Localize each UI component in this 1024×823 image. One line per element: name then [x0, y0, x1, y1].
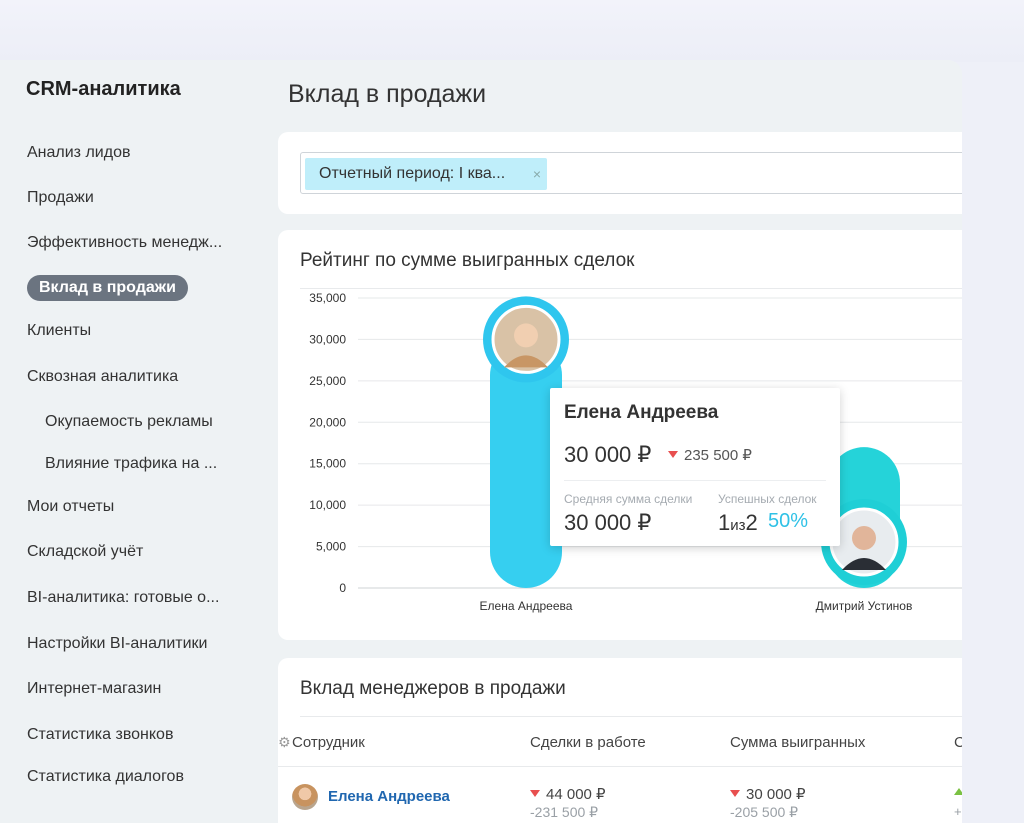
tooltip-avg-value: 30 000 ₽	[564, 510, 652, 535]
tooltip-avg-label: Средняя сумма сделки	[564, 492, 693, 506]
row-won-sum-delta: -205 500 ₽	[730, 804, 799, 820]
sidebar-item-clients[interactable]: Клиенты	[27, 322, 91, 340]
rating-chart-card: Рейтинг по сумме выигранных сделок 0 5,00…	[278, 230, 962, 640]
trend-down-icon	[730, 790, 740, 797]
sidebar-item-my-reports[interactable]: Мои отчеты	[27, 498, 114, 516]
column-header-deals-in-work[interactable]: Сделки в работе	[530, 734, 646, 751]
sidebar-item-sales-contribution[interactable]: Вклад в продажи	[27, 275, 188, 301]
main-content: Вклад в продажи Отчетный период: I ква..…	[278, 60, 962, 823]
avatar	[292, 784, 318, 810]
app-title: CRM-аналитика	[26, 78, 181, 100]
row-next-col-sub: +	[954, 804, 962, 819]
y-tick-label: 20,000	[309, 415, 346, 429]
sidebar-item-traffic-impact[interactable]: Влияние трафика на ...	[45, 455, 217, 473]
row-won-sum: 30 000 ₽	[730, 785, 806, 803]
tooltip-success-num: 1	[718, 510, 731, 535]
row-deals-in-work-delta: -231 500 ₽	[530, 804, 599, 820]
y-tick-label: 25,000	[309, 374, 346, 388]
sidebar-item-ad-roi[interactable]: Окупаемость рекламы	[45, 413, 213, 431]
close-icon[interactable]: ×	[533, 158, 541, 190]
sidebar-item-manager-efficiency[interactable]: Эффективность менедж...	[27, 234, 222, 252]
tooltip-success-label: Успешных сделок	[718, 492, 817, 506]
tooltip-success-count: 1из2	[718, 510, 758, 536]
sidebar-item-warehouse[interactable]: Складской учёт	[27, 543, 143, 561]
tooltip-delta: 235 500 ₽	[668, 446, 752, 464]
sidebar-item-sales[interactable]: Продажи	[27, 189, 94, 207]
y-tick-label: 10,000	[309, 498, 346, 512]
y-tick-label: 30,000	[309, 332, 346, 346]
column-header-won-sum[interactable]: Сумма выигранных	[730, 734, 865, 751]
sidebar-item-online-store[interactable]: Интернет-магазин	[27, 680, 161, 698]
row-deals-in-work: 44 000 ₽	[530, 785, 606, 803]
row-employee-name[interactable]: Елена Андреева	[328, 788, 450, 805]
page-title: Вклад в продажи	[288, 80, 487, 108]
trend-down-icon	[530, 790, 540, 797]
y-tick-label: 15,000	[309, 457, 346, 471]
sidebar-item-leads[interactable]: Анализ лидов	[27, 144, 130, 162]
sidebar-item-bi-ready[interactable]: BI-аналитика: готовые о...	[27, 589, 219, 607]
column-header-employee[interactable]: Сотрудник	[292, 734, 365, 751]
app-window: CRM-аналитика Анализ лидов Продажи Эффек…	[0, 60, 962, 823]
avatar-face	[852, 526, 876, 550]
tooltip-success-total: 2	[745, 510, 758, 535]
tooltip-value: 30 000 ₽	[564, 442, 652, 467]
y-tick-label: 35,000	[309, 291, 346, 305]
gear-icon[interactable]: ⚙	[278, 734, 291, 751]
x-tick-label: Елена Андреева	[480, 599, 573, 613]
table-title-divider	[300, 716, 962, 717]
sidebar-item-end-to-end-analytics[interactable]: Сквозная аналитика	[27, 368, 178, 386]
filter-card: Отчетный период: I ква... ×	[278, 132, 962, 214]
tooltip-success-of: из	[730, 517, 746, 534]
window-frame-top	[0, 0, 1024, 62]
x-tick-label: Дмитрий Устинов	[816, 599, 913, 613]
filter-chip-period[interactable]: Отчетный период: I ква... ×	[305, 158, 547, 190]
sidebar-item-call-stats[interactable]: Статистика звонков	[27, 726, 173, 744]
table-header-divider	[278, 766, 962, 767]
tooltip-name: Елена Андреева	[564, 402, 719, 423]
tooltip-separator	[564, 480, 826, 481]
y-tick-label: 5,000	[316, 540, 346, 554]
sidebar: CRM-аналитика Анализ лидов Продажи Эффек…	[0, 60, 262, 823]
chart-title: Рейтинг по сумме выигранных сделок	[300, 250, 635, 271]
trend-up-icon	[954, 788, 962, 795]
y-tick-label: 0	[339, 581, 346, 595]
table-title: Вклад менеджеров в продажи	[300, 678, 566, 699]
sidebar-item-bi-settings[interactable]: Настройки BI-аналитики	[27, 635, 207, 653]
column-header-next[interactable]: С	[954, 734, 962, 751]
row-deals-in-work-value: 44 000 ₽	[546, 786, 606, 803]
tooltip-success-percent: 50%	[768, 510, 809, 532]
trend-down-icon	[668, 451, 678, 458]
tooltip-delta-value: 235 500 ₽	[684, 447, 752, 464]
row-won-sum-value: 30 000 ₽	[746, 786, 806, 803]
managers-table-card: Вклад менеджеров в продажи ⚙ Сотрудник С…	[278, 658, 962, 823]
sidebar-item-dialog-stats[interactable]: Статистика диалогов	[27, 768, 184, 786]
avatar-face	[514, 323, 538, 348]
filter-input[interactable]: Отчетный период: I ква... ×	[300, 152, 962, 194]
chart-tooltip: Елена Андреева 30 000 ₽ 235 500 ₽ Средня…	[550, 388, 840, 546]
filter-chip-label: Отчетный период: I ква...	[319, 165, 506, 182]
